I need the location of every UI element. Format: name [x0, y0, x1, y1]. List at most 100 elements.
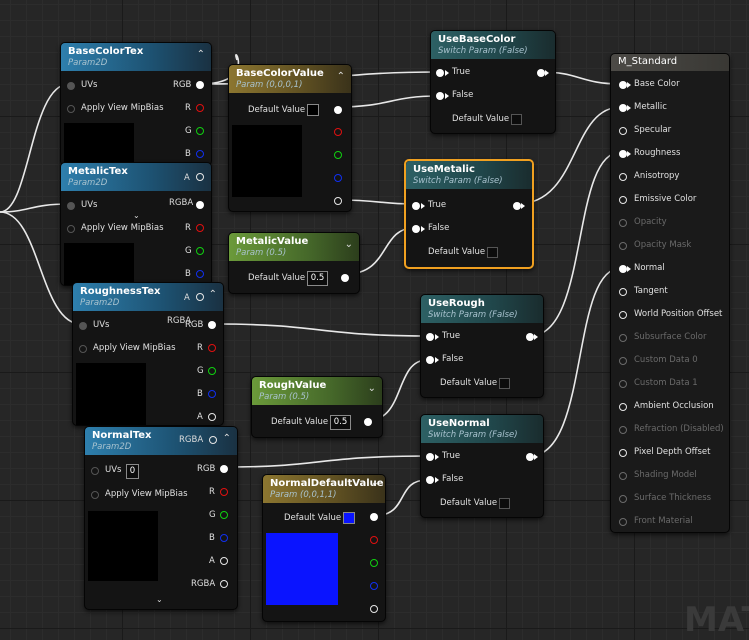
node-header[interactable]: RoughValue Param (0.5) ⌄: [252, 377, 382, 405]
use-base-color-node[interactable]: UseBaseColor Switch Param (False) True F…: [430, 30, 556, 134]
uvs-input-pin[interactable]: [67, 202, 75, 210]
apply-mipbias-pin[interactable]: [67, 105, 75, 113]
rgba-output-pin[interactable]: [220, 580, 228, 588]
overlap-rgba-pin[interactable]: [209, 436, 217, 444]
use-metalic-node[interactable]: UseMetalic Switch Param (False) True Fal…: [404, 159, 534, 269]
normal-default-value-node[interactable]: NormalDefaultValue Param (0,0,1,1) ⌃ Def…: [262, 474, 386, 622]
material-input-pin[interactable]: [619, 403, 627, 411]
false-input-pin[interactable]: [412, 225, 420, 233]
g-output-pin[interactable]: [196, 247, 204, 255]
rgb-output-pin[interactable]: [220, 465, 228, 473]
g-output-pin[interactable]: [370, 559, 378, 567]
b-output-pin[interactable]: [208, 390, 216, 398]
material-input-pin[interactable]: [619, 311, 627, 319]
default-value-checkbox[interactable]: [499, 498, 510, 509]
a-output-pin[interactable]: [208, 413, 216, 421]
b-output-pin[interactable]: [196, 150, 204, 158]
g-output-pin[interactable]: [334, 151, 342, 159]
node-header[interactable]: NormalDefaultValue Param (0,0,1,1) ⌃: [263, 475, 385, 503]
uvs-value-field[interactable]: 0: [126, 464, 139, 479]
r-output-pin[interactable]: [220, 488, 228, 496]
material-input-pin[interactable]: [619, 173, 627, 181]
rough-value-node[interactable]: RoughValue Param (0.5) ⌄ Default Value 0…: [251, 376, 383, 438]
roughness-tex-node[interactable]: RoughnessTex Param2D ⌃ A RGBA UVs RGB Ap…: [72, 282, 224, 426]
apply-mipbias-pin[interactable]: [79, 345, 87, 353]
uvs-input-pin[interactable]: [91, 467, 99, 475]
r-output-pin[interactable]: [208, 344, 216, 352]
overlap-a-pin[interactable]: [196, 173, 204, 181]
collapse-chevron-icon[interactable]: ⌃: [371, 481, 379, 492]
default-value-field[interactable]: 0.5: [330, 415, 351, 430]
material-input-pin[interactable]: [619, 81, 627, 89]
false-input-pin[interactable]: [436, 92, 444, 100]
m-standard-result-node[interactable]: M_Standard Base Color Metallic Specular Rou…: [610, 53, 730, 533]
collapse-chevron-icon[interactable]: ⌃: [223, 433, 231, 444]
node-header[interactable]: UseNormal Switch Param (False): [421, 415, 543, 443]
b-output-pin[interactable]: [196, 270, 204, 278]
rgb-output-pin[interactable]: [196, 201, 204, 209]
collapse-chevron-icon[interactable]: ⌃: [209, 289, 217, 300]
apply-mipbias-pin[interactable]: [91, 491, 99, 499]
collapse-chevron-icon[interactable]: ⌃: [337, 71, 345, 82]
value-output-pin[interactable]: [341, 274, 349, 282]
base-color-tex-node[interactable]: BaseColorTex Param2D ⌃ UVs Apply View Mi…: [60, 42, 212, 166]
false-input-pin[interactable]: [426, 476, 434, 484]
b-output-pin[interactable]: [334, 174, 342, 182]
a-output-pin[interactable]: [370, 605, 378, 613]
normal-tex-node[interactable]: NormalTex Param2D ⌃ RGBA UVs 0 RGB Apply…: [84, 426, 238, 610]
g-output-pin[interactable]: [220, 511, 228, 519]
node-header[interactable]: BaseColorTex Param2D ⌃: [61, 43, 211, 71]
default-value-checkbox[interactable]: [487, 247, 498, 258]
metalic-value-node[interactable]: MetalicValue Param (0.5) ⌄ Default Value…: [228, 232, 360, 294]
expand-chevron-icon[interactable]: ⌄: [156, 595, 163, 604]
node-header[interactable]: UseBaseColor Switch Param (False): [431, 31, 555, 59]
uvs-input-pin[interactable]: [67, 82, 75, 90]
rgb-output-pin[interactable]: [334, 106, 342, 114]
node-header[interactable]: BaseColorValue Param (0,0,0,1) ⌃: [229, 65, 351, 93]
material-input-pin[interactable]: [619, 449, 627, 457]
node-header[interactable]: M_Standard: [611, 54, 729, 71]
material-input-pin[interactable]: [619, 265, 627, 273]
use-normal-node[interactable]: UseNormal Switch Param (False) True Fals…: [420, 414, 544, 518]
b-output-pin[interactable]: [220, 534, 228, 542]
a-output-pin[interactable]: [334, 197, 342, 205]
true-input-pin[interactable]: [426, 333, 434, 341]
b-output-pin[interactable]: [370, 582, 378, 590]
value-output-pin[interactable]: [364, 418, 372, 426]
node-header[interactable]: MetalicValue Param (0.5) ⌄: [229, 233, 359, 261]
r-output-pin[interactable]: [370, 536, 378, 544]
default-value-checkbox[interactable]: [499, 378, 510, 389]
rgb-output-pin[interactable]: [208, 321, 216, 329]
switch-output-pin[interactable]: [526, 453, 534, 461]
overlap-a-pin[interactable]: [196, 293, 204, 301]
true-input-pin[interactable]: [426, 453, 434, 461]
metalic-tex-node[interactable]: MetalicTex Param2D A RGBA UVs ⌄ Apply Vi…: [60, 162, 212, 286]
a-output-pin[interactable]: [220, 557, 228, 565]
default-color-swatch[interactable]: [343, 512, 355, 524]
g-output-pin[interactable]: [208, 367, 216, 375]
collapse-chevron-icon[interactable]: ⌄: [345, 239, 353, 250]
material-input-pin[interactable]: [619, 196, 627, 204]
node-header[interactable]: UseMetalic Switch Param (False): [406, 161, 532, 189]
switch-output-pin[interactable]: [513, 202, 521, 210]
uvs-input-pin[interactable]: [79, 322, 87, 330]
default-value-field[interactable]: 0.5: [307, 271, 328, 286]
r-output-pin[interactable]: [334, 128, 342, 136]
false-input-pin[interactable]: [426, 356, 434, 364]
default-value-checkbox[interactable]: [511, 114, 522, 125]
expand-chevron-icon[interactable]: ⌄: [133, 211, 140, 220]
rgb-output-pin[interactable]: [370, 513, 378, 521]
node-header[interactable]: UseRough Switch Param (False): [421, 295, 543, 323]
rgb-output-pin[interactable]: [196, 81, 204, 89]
apply-mipbias-pin[interactable]: [67, 225, 75, 233]
material-input-pin[interactable]: [619, 104, 627, 112]
g-output-pin[interactable]: [196, 127, 204, 135]
material-input-pin[interactable]: [619, 150, 627, 158]
switch-output-pin[interactable]: [526, 333, 534, 341]
collapse-chevron-icon[interactable]: ⌄: [368, 383, 376, 394]
true-input-pin[interactable]: [436, 69, 444, 77]
r-output-pin[interactable]: [196, 224, 204, 232]
material-input-pin[interactable]: [619, 127, 627, 135]
use-rough-node[interactable]: UseRough Switch Param (False) True False…: [420, 294, 544, 398]
material-input-pin[interactable]: [619, 288, 627, 296]
